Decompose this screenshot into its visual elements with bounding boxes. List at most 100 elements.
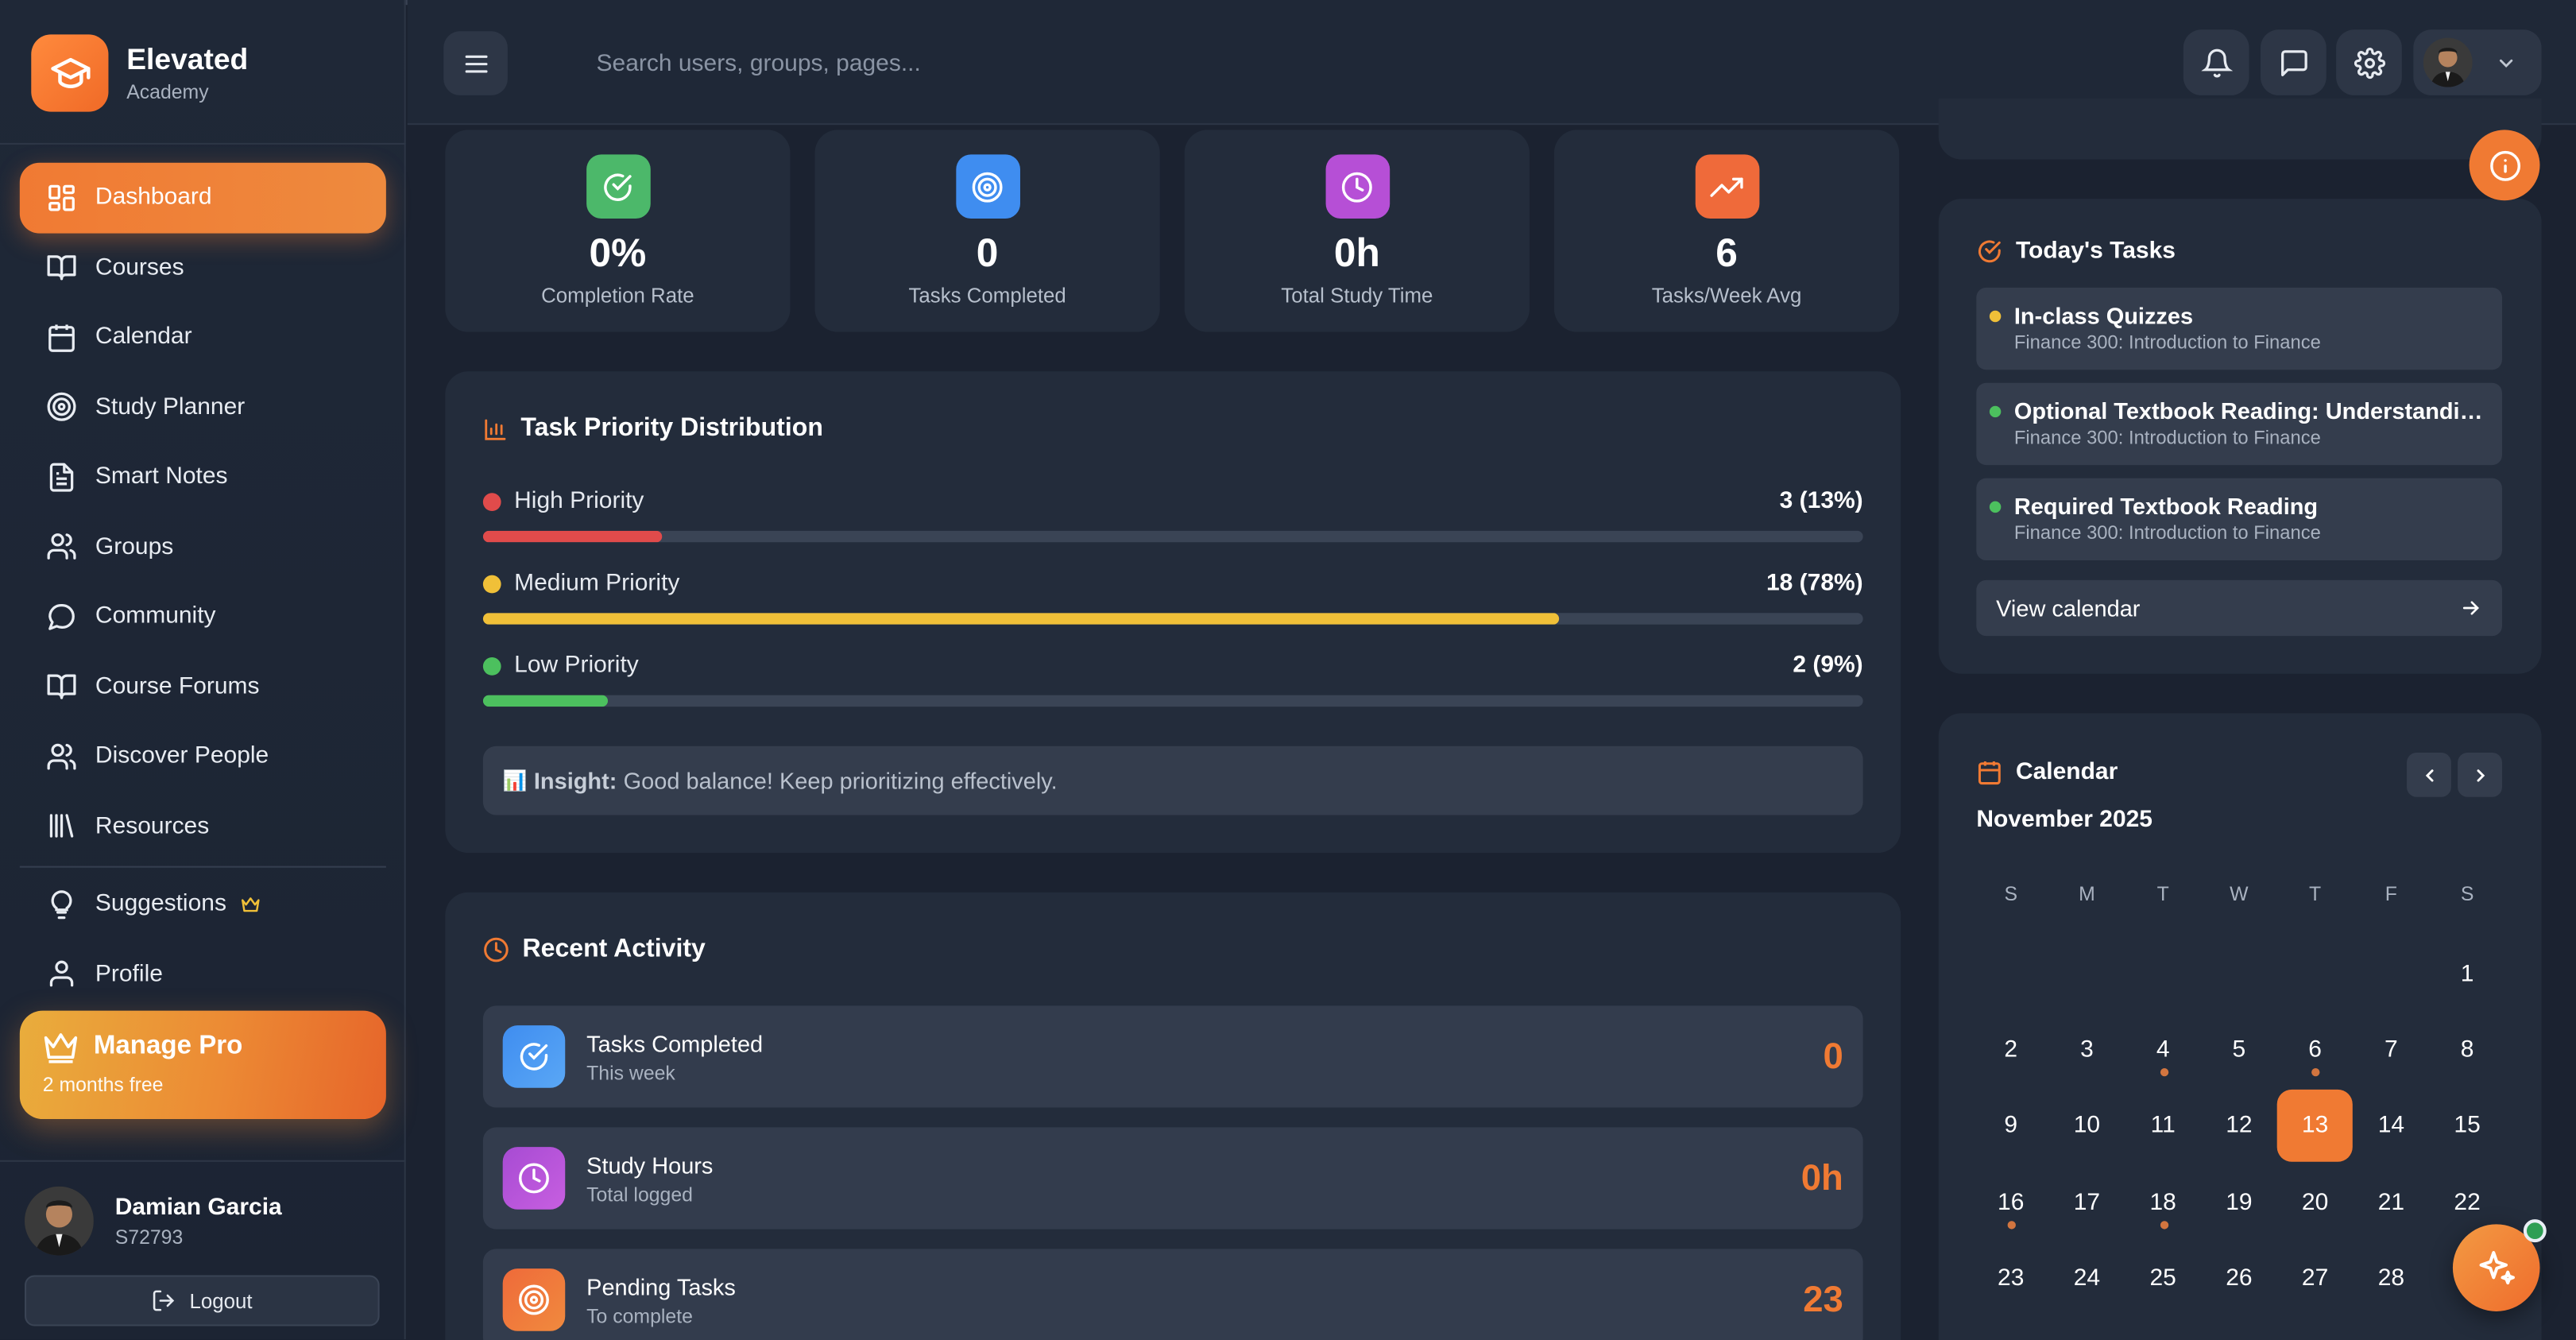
brand[interactable]: Elevated Academy bbox=[31, 34, 248, 112]
task-item[interactable]: Optional Textbook Reading: Understanding… bbox=[1976, 382, 2502, 466]
manage-pro-subtitle: 2 months free bbox=[42, 1073, 164, 1097]
target-icon bbox=[502, 1268, 566, 1331]
view-calendar-button[interactable]: View calendar bbox=[1976, 579, 2502, 637]
activity-item-pending-tasks[interactable]: Pending Tasks To complete 23 bbox=[482, 1249, 1863, 1340]
logout-button[interactable]: Logout bbox=[25, 1275, 380, 1326]
sidebar-item-courses[interactable]: Courses bbox=[20, 233, 386, 303]
task-item[interactable]: Required Textbook Reading Finance 300: I… bbox=[1976, 478, 2502, 561]
sidebar-item-resources[interactable]: Resources bbox=[20, 792, 386, 862]
calendar-day[interactable]: 17 bbox=[2049, 1166, 2125, 1238]
book-open-icon bbox=[44, 251, 77, 284]
next-month-button[interactable] bbox=[2458, 752, 2502, 797]
calendar-day-selected[interactable]: 13 bbox=[2277, 1090, 2354, 1163]
weekday-label: T bbox=[2156, 882, 2169, 906]
calendar-day[interactable]: 19 bbox=[2201, 1166, 2276, 1238]
calendar-day[interactable]: 24 bbox=[2049, 1242, 2125, 1315]
calendar-day[interactable]: 18 bbox=[2125, 1166, 2201, 1238]
section-title: Recent Activity bbox=[483, 935, 706, 964]
task-status-dot bbox=[1989, 405, 2002, 418]
progress-fill bbox=[482, 613, 1560, 625]
calendar-day[interactable]: 8 bbox=[2430, 1014, 2505, 1086]
calendar-day[interactable]: 2 bbox=[1973, 1014, 2048, 1086]
view-calendar-label: View calendar bbox=[1996, 594, 2141, 622]
priority-dot bbox=[482, 656, 501, 676]
prev-month-button[interactable] bbox=[2407, 752, 2451, 797]
task-course: Finance 300: Introduction to Finance bbox=[2013, 428, 2321, 449]
calendar-day[interactable]: 16 bbox=[1973, 1166, 2048, 1238]
calendar-day[interactable]: 1 bbox=[2430, 939, 2505, 1011]
calendar-day[interactable]: 9 bbox=[1973, 1090, 2048, 1163]
insight-banner: 📊 Insight: Good balance! Keep prioritizi… bbox=[482, 746, 1863, 815]
messages-button[interactable] bbox=[2261, 29, 2327, 95]
check-circle-icon bbox=[1976, 238, 2002, 265]
sidebar-item-label: Discover People bbox=[95, 743, 269, 770]
logout-label: Logout bbox=[189, 1289, 253, 1312]
sidebar-item-profile[interactable]: Profile bbox=[20, 939, 386, 1009]
sidebar-item-label: Dashboard bbox=[95, 184, 212, 211]
calendar-day[interactable]: 15 bbox=[2430, 1090, 2505, 1163]
priority-label: Low Priority bbox=[514, 652, 639, 679]
sidebar-item-course-forums[interactable]: Course Forums bbox=[20, 652, 386, 722]
calendar-day[interactable]: 20 bbox=[2277, 1166, 2353, 1238]
todays-tasks-card: Today's Tasks In-class Quizzes Finance 3… bbox=[1938, 199, 2542, 674]
weekday-label: F bbox=[2385, 882, 2397, 906]
bar-chart-icon bbox=[483, 416, 508, 441]
calendar-day[interactable]: 6 bbox=[2277, 1014, 2353, 1086]
clock-icon bbox=[502, 1147, 566, 1210]
info-button[interactable] bbox=[2469, 130, 2540, 201]
insight-label: Insight: bbox=[533, 767, 617, 794]
calendar-day[interactable]: 25 bbox=[2125, 1242, 2201, 1315]
message-icon bbox=[2278, 47, 2309, 78]
target-icon bbox=[955, 154, 1019, 219]
priority-label: High Priority bbox=[514, 488, 644, 515]
calendar-day[interactable]: 5 bbox=[2201, 1014, 2276, 1086]
activity-item-study-hours[interactable]: Study Hours Total logged 0h bbox=[482, 1127, 1863, 1230]
sidebar-nav: Dashboard Courses Calendar Study Planner… bbox=[19, 162, 386, 1009]
calendar-day[interactable]: 4 bbox=[2125, 1014, 2201, 1086]
calendar-day[interactable]: 3 bbox=[2049, 1014, 2125, 1086]
user-menu-button[interactable] bbox=[2413, 29, 2542, 95]
calendar-day[interactable]: 14 bbox=[2354, 1090, 2429, 1163]
calendar-day[interactable]: 23 bbox=[1973, 1242, 2048, 1315]
activity-value: 0 bbox=[1823, 1035, 1843, 1077]
event-dot bbox=[2160, 1068, 2168, 1077]
sidebar-item-community[interactable]: Community bbox=[20, 582, 386, 652]
sidebar-item-groups[interactable]: Groups bbox=[20, 512, 386, 582]
sidebar-item-study-planner[interactable]: Study Planner bbox=[20, 372, 386, 442]
calendar-day[interactable]: 12 bbox=[2201, 1090, 2276, 1163]
sidebar-item-calendar[interactable]: Calendar bbox=[20, 302, 386, 372]
calendar-day[interactable]: 7 bbox=[2354, 1014, 2429, 1086]
task-status-dot bbox=[1989, 310, 2002, 323]
notifications-button[interactable] bbox=[2183, 29, 2249, 95]
user-card[interactable]: Damian Garcia S72793 bbox=[25, 1186, 282, 1256]
priority-row-low: Low Priority 2 (9%) bbox=[482, 652, 1863, 707]
sidebar-item-dashboard[interactable]: Dashboard bbox=[19, 162, 386, 233]
bell-icon bbox=[2200, 47, 2232, 78]
activity-title: Pending Tasks bbox=[586, 1272, 736, 1299]
user-id: S72793 bbox=[114, 1225, 184, 1249]
calendar-day[interactable]: 26 bbox=[2201, 1242, 2276, 1315]
stat-label: Tasks Completed bbox=[908, 284, 1066, 308]
calendar-day[interactable]: 11 bbox=[2125, 1090, 2201, 1163]
crown-icon bbox=[239, 893, 261, 915]
priority-row-medium: Medium Priority 18 (78%) bbox=[482, 570, 1863, 625]
chat-bubble-icon bbox=[44, 600, 77, 633]
calendar-day[interactable]: 21 bbox=[2354, 1166, 2429, 1238]
task-title: Required Textbook Reading bbox=[2013, 493, 2319, 520]
sidebar-item-label: Groups bbox=[95, 533, 174, 560]
stat-card-completion-rate: 0% Completion Rate bbox=[445, 130, 791, 332]
sidebar-item-smart-notes[interactable]: Smart Notes bbox=[20, 442, 386, 512]
menu-toggle-button[interactable] bbox=[443, 31, 508, 95]
calendar-day[interactable]: 10 bbox=[2049, 1090, 2125, 1163]
search-input[interactable] bbox=[571, 36, 1722, 92]
calendar-day[interactable]: 28 bbox=[2354, 1242, 2429, 1315]
task-item[interactable]: In-class Quizzes Finance 300: Introducti… bbox=[1976, 287, 2502, 370]
manage-pro-card[interactable]: Manage Pro 2 months free bbox=[19, 1010, 386, 1120]
settings-button[interactable] bbox=[2336, 29, 2402, 95]
sidebar-item-discover-people[interactable]: Discover People bbox=[20, 722, 386, 792]
user-icon bbox=[44, 958, 77, 990]
sidebar-item-suggestions[interactable]: Suggestions bbox=[20, 869, 386, 939]
activity-item-tasks-completed[interactable]: Tasks Completed This week 0 bbox=[482, 1005, 1863, 1108]
section-title: Calendar bbox=[1976, 759, 2118, 785]
calendar-day[interactable]: 27 bbox=[2277, 1242, 2353, 1315]
